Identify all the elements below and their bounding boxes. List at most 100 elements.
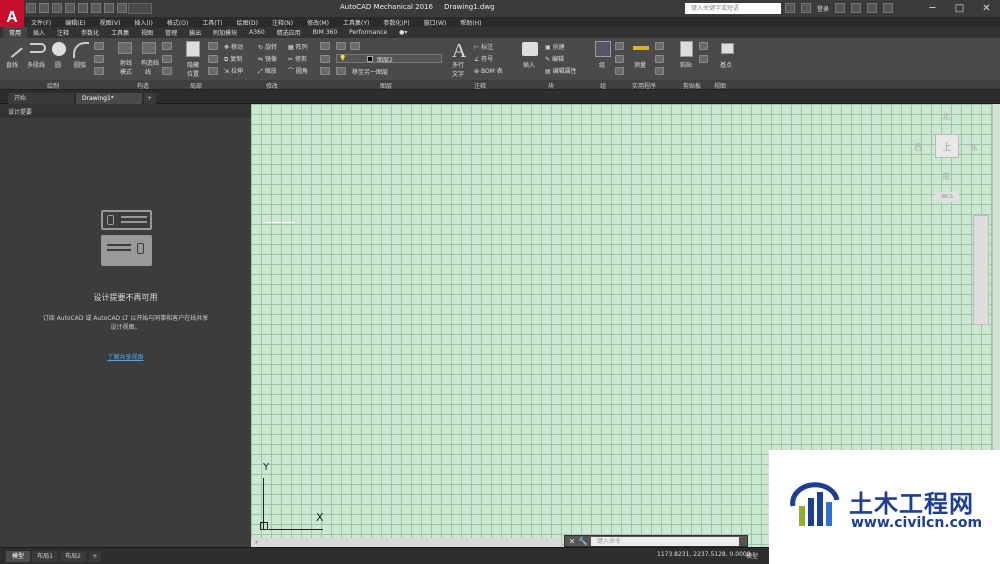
hatch-icon[interactable] [94, 55, 104, 63]
maximize-button[interactable]: □ [946, 0, 973, 17]
viewcube-east[interactable]: 东 [970, 142, 978, 153]
layout-tab-layout1[interactable]: 布局1 [32, 551, 58, 562]
plot-icon[interactable] [117, 3, 127, 13]
panel-groups[interactable]: 组 [600, 81, 606, 90]
paste-tool[interactable]: 粘贴 [680, 60, 692, 69]
group-tool[interactable]: 组 [599, 60, 605, 69]
viewcube-top-face[interactable]: 上 [935, 134, 959, 158]
centerline-icon[interactable] [162, 67, 172, 75]
wcs-menu[interactable]: WCS [935, 192, 959, 202]
edit-block-tool[interactable]: ✎ 编辑 [545, 54, 564, 63]
layer-state-icon[interactable] [320, 67, 330, 75]
menu-draw[interactable]: 绘图(D) [230, 18, 265, 27]
horizontal-scrollbar[interactable]: ‹ [251, 538, 561, 547]
tab-drawing1[interactable]: Drawing1* [76, 93, 142, 104]
arc-tool[interactable]: 圆弧 [74, 60, 86, 69]
circle-tool[interactable]: 圆 [55, 60, 61, 69]
coordinate-display[interactable]: 1173.8231, 2237.5128, 0.0000 [657, 551, 751, 558]
cart-icon[interactable] [835, 3, 846, 13]
menu-modify[interactable]: 修改(M) [300, 18, 336, 27]
exchange-icon[interactable] [851, 3, 862, 13]
bom-tool[interactable]: ⊕ BOM 表 [474, 66, 503, 75]
menu-window[interactable]: 窗口(W) [417, 18, 454, 27]
panel-annotation[interactable]: 注释 [474, 81, 486, 90]
edit-attributes-tool[interactable]: ▤ 编辑属性 [545, 66, 577, 75]
menu-annotate[interactable]: 注释(N) [265, 18, 300, 27]
search-icon[interactable] [785, 3, 795, 13]
hide-tool[interactable]: 隐藏 [187, 60, 199, 69]
shared-views-link[interactable]: 了解共享视图 [0, 352, 251, 361]
tab-annotate[interactable]: 注释 [51, 27, 75, 38]
mirror-tool[interactable]: ⇋ 镜像 [258, 54, 277, 63]
ungroup-icon[interactable] [615, 42, 624, 50]
account-icon[interactable] [867, 3, 878, 13]
detail-icon[interactable] [208, 42, 218, 50]
ribbon-options-icon[interactable]: ●▾ [393, 28, 413, 37]
help-icon[interactable] [883, 3, 894, 13]
construction-line-tool[interactable]: 构造线 [141, 58, 159, 67]
help-search-input[interactable]: 键入关键字或短语 [685, 3, 781, 14]
scale-tool[interactable]: ⤢ 缩放 [258, 66, 277, 76]
menu-file[interactable]: 文件(F) [24, 18, 58, 27]
menu-parametric[interactable]: 参数化(P) [376, 18, 416, 27]
tab-featured-apps[interactable]: 精选应用 [271, 27, 307, 38]
line-tool[interactable]: 直线 [6, 60, 18, 69]
measure-tool[interactable]: 测量 [634, 60, 646, 69]
menu-view[interactable]: 视图(V) [93, 18, 128, 27]
model-space-toggle[interactable]: 模型 [746, 551, 758, 560]
dimension-tool[interactable]: ⊢ 标注 [474, 42, 493, 51]
layout-tab-layout2[interactable]: 布局2 [60, 551, 86, 562]
copy-clip-icon[interactable] [699, 55, 708, 63]
add-layout-button[interactable]: + [89, 551, 101, 562]
array-tool[interactable]: ▦ 阵列 [288, 42, 308, 51]
tab-bim360[interactable]: BIM 360 [307, 28, 343, 37]
select-all-icon[interactable] [655, 55, 664, 63]
quick-calc-icon[interactable] [655, 42, 664, 50]
offset-icon[interactable] [162, 55, 172, 63]
menu-tools[interactable]: 工具(T) [195, 18, 229, 27]
tab-performance[interactable]: Performance [343, 28, 393, 37]
id-point-icon[interactable] [655, 67, 664, 75]
symbol-tool[interactable]: ∠ 符号 [474, 54, 493, 63]
menu-edit[interactable]: 编辑(E) [58, 18, 92, 27]
layout-tab-model[interactable]: 模型 [6, 551, 30, 562]
xline-icon[interactable] [162, 42, 172, 50]
menu-help[interactable]: 帮助(H) [453, 18, 488, 27]
tab-parametric[interactable]: 参数化 [75, 27, 105, 38]
group-select-icon[interactable] [615, 67, 624, 75]
save-as-icon[interactable] [65, 3, 75, 13]
tab-a360[interactable]: A360 [243, 28, 271, 37]
tab-start[interactable]: 开始 [8, 93, 74, 104]
command-customize-icon[interactable]: 🔧 [578, 537, 588, 547]
panel-block[interactable]: 块 [548, 81, 554, 90]
user-icon[interactable] [801, 3, 811, 13]
copy-tool[interactable]: ⧉ 复制 [224, 54, 242, 64]
layer-dropdown[interactable]: 💡 图层2 [336, 54, 442, 64]
insert-block-tool[interactable]: 插入 [523, 60, 535, 69]
menu-insert[interactable]: 插入(I) [127, 18, 159, 27]
section-icon[interactable] [208, 55, 218, 63]
viewcube[interactable]: 北 西 东 南 上 WCS [914, 108, 986, 204]
move-tool[interactable]: ✥ 移动 [224, 42, 243, 51]
break-icon[interactable] [208, 67, 218, 75]
polyline-tool[interactable]: 多段线 [27, 60, 45, 69]
gradient-icon[interactable] [94, 67, 104, 75]
group-edit-icon[interactable] [615, 55, 624, 63]
stretch-tool[interactable]: ⇲ 拉伸 [224, 66, 243, 75]
panel-draw[interactable]: 绘制 [47, 81, 59, 90]
viewcube-north[interactable]: 北 [942, 111, 950, 122]
viewcube-south[interactable]: 南 [942, 171, 950, 182]
cut-icon[interactable] [699, 42, 708, 50]
minimize-button[interactable]: ─ [919, 0, 946, 17]
panel-construct[interactable]: 构造 [137, 81, 149, 90]
layer-properties-icon[interactable] [320, 55, 330, 63]
tab-home[interactable]: 常用 [3, 27, 28, 38]
panel-view[interactable]: 视图 [714, 81, 726, 90]
open-file-icon[interactable] [39, 3, 49, 13]
menu-format[interactable]: 格式(O) [160, 18, 195, 27]
layer-off-icon[interactable] [336, 67, 346, 75]
fillet-tool[interactable]: ⌒ 圆角 [288, 66, 308, 75]
panel-clipboard[interactable]: 剪贴板 [683, 81, 701, 90]
panel-modify[interactable]: 修改 [266, 81, 278, 90]
trim-tool[interactable]: ✂ 修剪 [288, 54, 307, 63]
